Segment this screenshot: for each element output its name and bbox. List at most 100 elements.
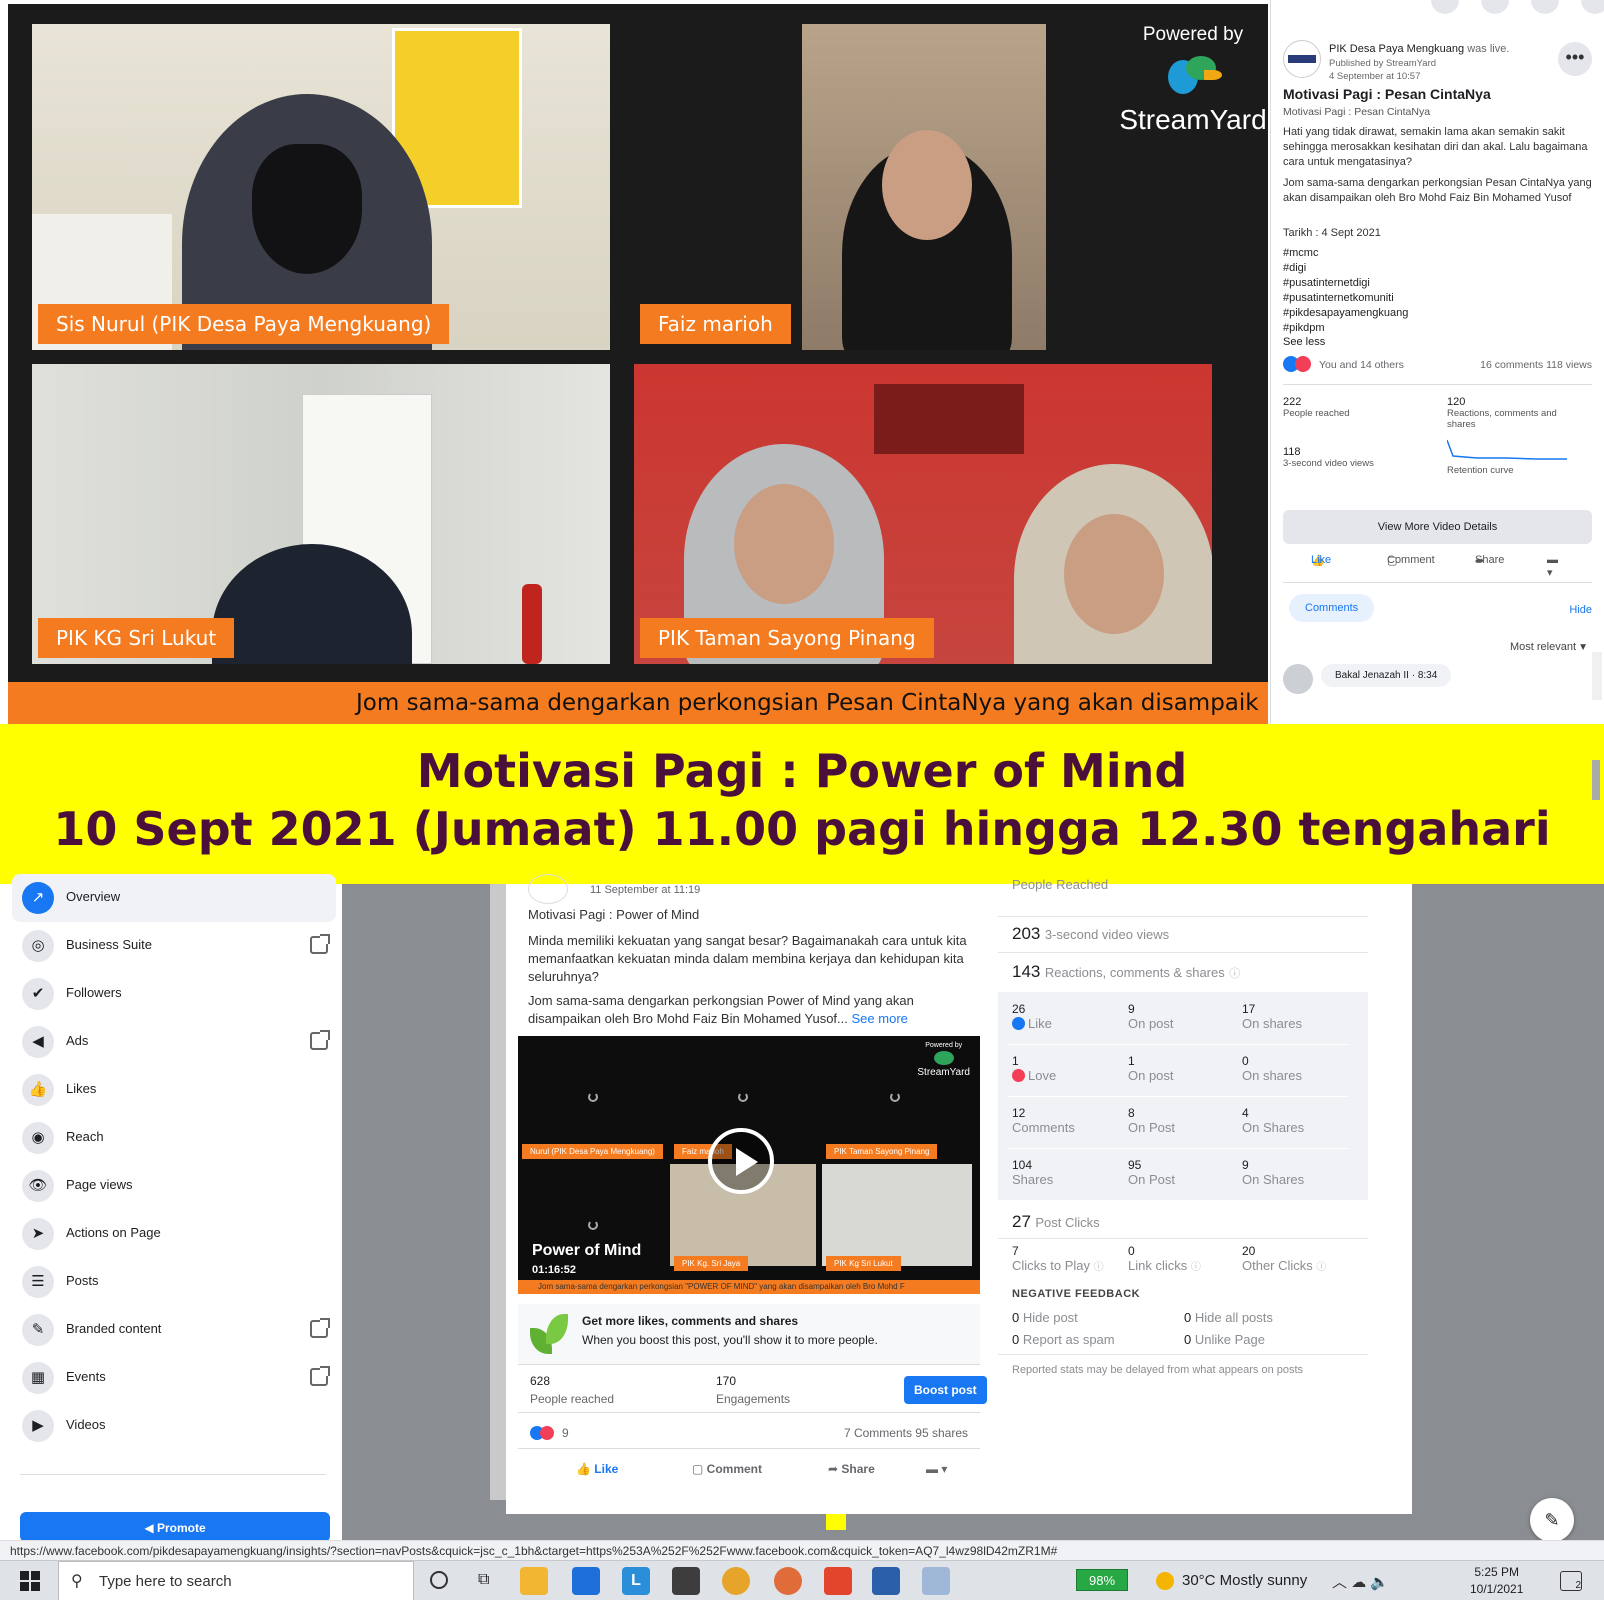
metric-value: 4 xyxy=(1242,1106,1249,1120)
sidebar-item-events[interactable]: ▦ Events xyxy=(12,1354,336,1402)
file-explorer-icon[interactable] xyxy=(520,1567,548,1595)
like-button[interactable]: 👍 Like xyxy=(576,1462,618,1476)
sort-comments-dropdown[interactable]: Most relevant xyxy=(1283,641,1592,653)
sidebar-item-page-views[interactable]: 👁 Page views xyxy=(12,1162,336,1210)
video-editor-icon[interactable] xyxy=(672,1567,700,1595)
audience-selector[interactable]: ▬ ▾ xyxy=(926,1462,947,1476)
megaphone-icon: ◀ xyxy=(144,1521,157,1535)
messenger-icon[interactable] xyxy=(1481,0,1509,14)
info-icon[interactable]: ⓘ xyxy=(1191,1262,1201,1273)
post-para2: Jom sama-sama dengarkan perkongsian Powe… xyxy=(528,992,968,1028)
info-icon[interactable]: ⓘ xyxy=(1094,1262,1104,1273)
chrome-icon[interactable] xyxy=(722,1567,750,1595)
share-button[interactable]: ➦ Share xyxy=(828,1462,875,1476)
more-options-button[interactable]: ••• xyxy=(1558,42,1592,76)
stats-delay-note: Reported stats may be delayed from what … xyxy=(1012,1364,1304,1376)
paint-icon[interactable] xyxy=(922,1567,950,1595)
comment-time: 8:34 xyxy=(1417,670,1438,681)
mail-icon[interactable] xyxy=(572,1567,600,1595)
hashtag[interactable]: #pusatinternetdigi xyxy=(1283,276,1592,291)
boost-post-button[interactable]: Boost post xyxy=(904,1376,987,1404)
divider xyxy=(998,1354,1368,1355)
info-icon[interactable]: ⓘ xyxy=(1316,1262,1326,1273)
hide-all-posts-metric: 0 Hide all posts xyxy=(1184,1310,1273,1325)
page-name[interactable]: PIK Desa Paya Mengkuang xyxy=(1329,43,1464,55)
see-less-link[interactable]: See less xyxy=(1283,336,1592,348)
page-scrollbar[interactable] xyxy=(1592,760,1600,800)
metric-cell: 1 On post xyxy=(1128,1054,1238,1083)
clock[interactable]: 5:25 PM 10/1/2021 xyxy=(1470,1564,1523,1598)
comments-shares[interactable]: 7 Comments 95 shares xyxy=(844,1426,968,1440)
sidebar-item-posts[interactable]: ☰ Posts xyxy=(12,1258,336,1306)
post-tarikh: Tarikh : 4 Sept 2021 xyxy=(1283,227,1381,239)
search-icon: ⚲ xyxy=(71,1573,83,1590)
video-views-value: 203 xyxy=(1012,924,1041,943)
sidebar-item-videos[interactable]: ▶ Videos xyxy=(12,1402,336,1450)
metric-cell: 4 On Shares xyxy=(1242,1106,1352,1135)
powered-by-text: Powered by xyxy=(1142,24,1244,45)
hashtag[interactable]: #pikdesapayamengkuang xyxy=(1283,306,1592,321)
edit-icon: ✎ xyxy=(1544,1510,1560,1530)
task-view-icon[interactable]: ⧉ xyxy=(478,1571,489,1589)
hashtag[interactable]: #pikdpm xyxy=(1283,321,1592,336)
sidebar-item-actions-on-page[interactable]: ➤ Actions on Page xyxy=(12,1210,336,1258)
compose-button[interactable]: ✎ xyxy=(1530,1498,1574,1542)
engagements-label: Engagements xyxy=(716,1392,791,1406)
live-video-frame[interactable]: Sis Nurul (PIK Desa Paya Mengkuang) Faiz… xyxy=(8,4,1268,724)
scrollbar[interactable] xyxy=(1592,652,1602,700)
account-icon[interactable] xyxy=(1581,0,1604,14)
sidebar-item-reach[interactable]: ◉ Reach xyxy=(12,1114,336,1162)
menu-icon[interactable] xyxy=(1431,0,1459,14)
hide-link[interactable]: Hide xyxy=(1283,604,1592,616)
post-date[interactable]: 4 September at 10:57 xyxy=(1329,71,1592,82)
app-l-icon[interactable]: L xyxy=(622,1567,650,1595)
sidebar-item-label: Videos xyxy=(66,1417,106,1432)
notifications-icon[interactable] xyxy=(1531,0,1559,14)
commenter-avatar[interactable] xyxy=(1283,664,1313,694)
page-avatar[interactable] xyxy=(528,874,568,904)
divider xyxy=(1283,582,1592,583)
sidebar-item-branded-content[interactable]: ✎ Branded content xyxy=(12,1306,336,1354)
see-more-link[interactable]: See more xyxy=(852,1011,908,1026)
video-participant-tag: Nurul (PIK Desa Paya Mengkuang) xyxy=(522,1144,663,1159)
boost-description: When you boost this post, you'll show it… xyxy=(582,1333,878,1347)
hashtag[interactable]: #pusatinternetkomuniti xyxy=(1283,291,1592,306)
comment-button[interactable]: ▢ Comment xyxy=(692,1462,762,1476)
sidebar-item-followers[interactable]: ✔ Followers xyxy=(12,970,336,1018)
comment-author[interactable]: Bakal Jenazah II xyxy=(1335,670,1409,681)
video-thumbnail[interactable]: Powered by StreamYard Nurul (PIK Desa Pa… xyxy=(518,1036,980,1294)
promote-button[interactable]: ◀ Promote xyxy=(20,1512,330,1542)
system-tray-icons[interactable]: ︿ ☁ 🔈 xyxy=(1332,1571,1389,1592)
hashtag[interactable]: #mcmc xyxy=(1283,246,1592,261)
metric-label: Link clicks xyxy=(1128,1258,1188,1273)
sidebar-item-ads[interactable]: ◀ Ads xyxy=(12,1018,336,1066)
search-placeholder: Type here to search xyxy=(99,1573,232,1590)
boost-promo: Get more likes, comments and shares When… xyxy=(518,1304,980,1364)
word-icon[interactable] xyxy=(872,1567,900,1595)
sidebar-item-business-suite[interactable]: ◎ Business Suite xyxy=(12,922,336,970)
reactions-text[interactable]: You and 14 others xyxy=(1319,359,1404,371)
post-date[interactable]: 11 September at 11:19 xyxy=(590,884,700,896)
stat-retention[interactable]: Retention curve xyxy=(1446,436,1587,476)
windows-start-icon[interactable] xyxy=(20,1571,40,1591)
fire-extinguisher xyxy=(522,584,542,664)
loading-spinner-icon xyxy=(890,1092,900,1102)
clicks-to-play: 7 Clicks to Play ⓘ xyxy=(1012,1244,1122,1273)
app-icon[interactable] xyxy=(774,1567,802,1595)
sidebar-item-likes[interactable]: 👍 Likes xyxy=(12,1066,336,1114)
page-avatar[interactable] xyxy=(1283,40,1321,78)
weather-widget[interactable]: 30°C Mostly sunny xyxy=(1182,1572,1307,1589)
taskbar-search-input[interactable]: ⚲ Type here to search xyxy=(58,1561,414,1600)
metric-label: On post xyxy=(1128,1016,1174,1031)
metric-label: On Post xyxy=(1128,1120,1175,1135)
play-icon[interactable] xyxy=(708,1128,774,1194)
info-icon[interactable]: ⓘ xyxy=(1229,968,1240,980)
sidebar-item-overview[interactable]: ↗ Overview xyxy=(12,874,336,922)
office-icon[interactable] xyxy=(824,1567,852,1595)
comments-views[interactable]: 16 comments 118 views xyxy=(1480,359,1592,371)
view-more-video-details-button[interactable]: View More Video Details xyxy=(1283,510,1592,544)
battery-indicator[interactable]: 98% xyxy=(1076,1569,1128,1591)
cortana-icon[interactable] xyxy=(430,1571,448,1589)
notification-icon[interactable]: 2 xyxy=(1560,1571,1582,1591)
hashtag[interactable]: #digi xyxy=(1283,261,1592,276)
